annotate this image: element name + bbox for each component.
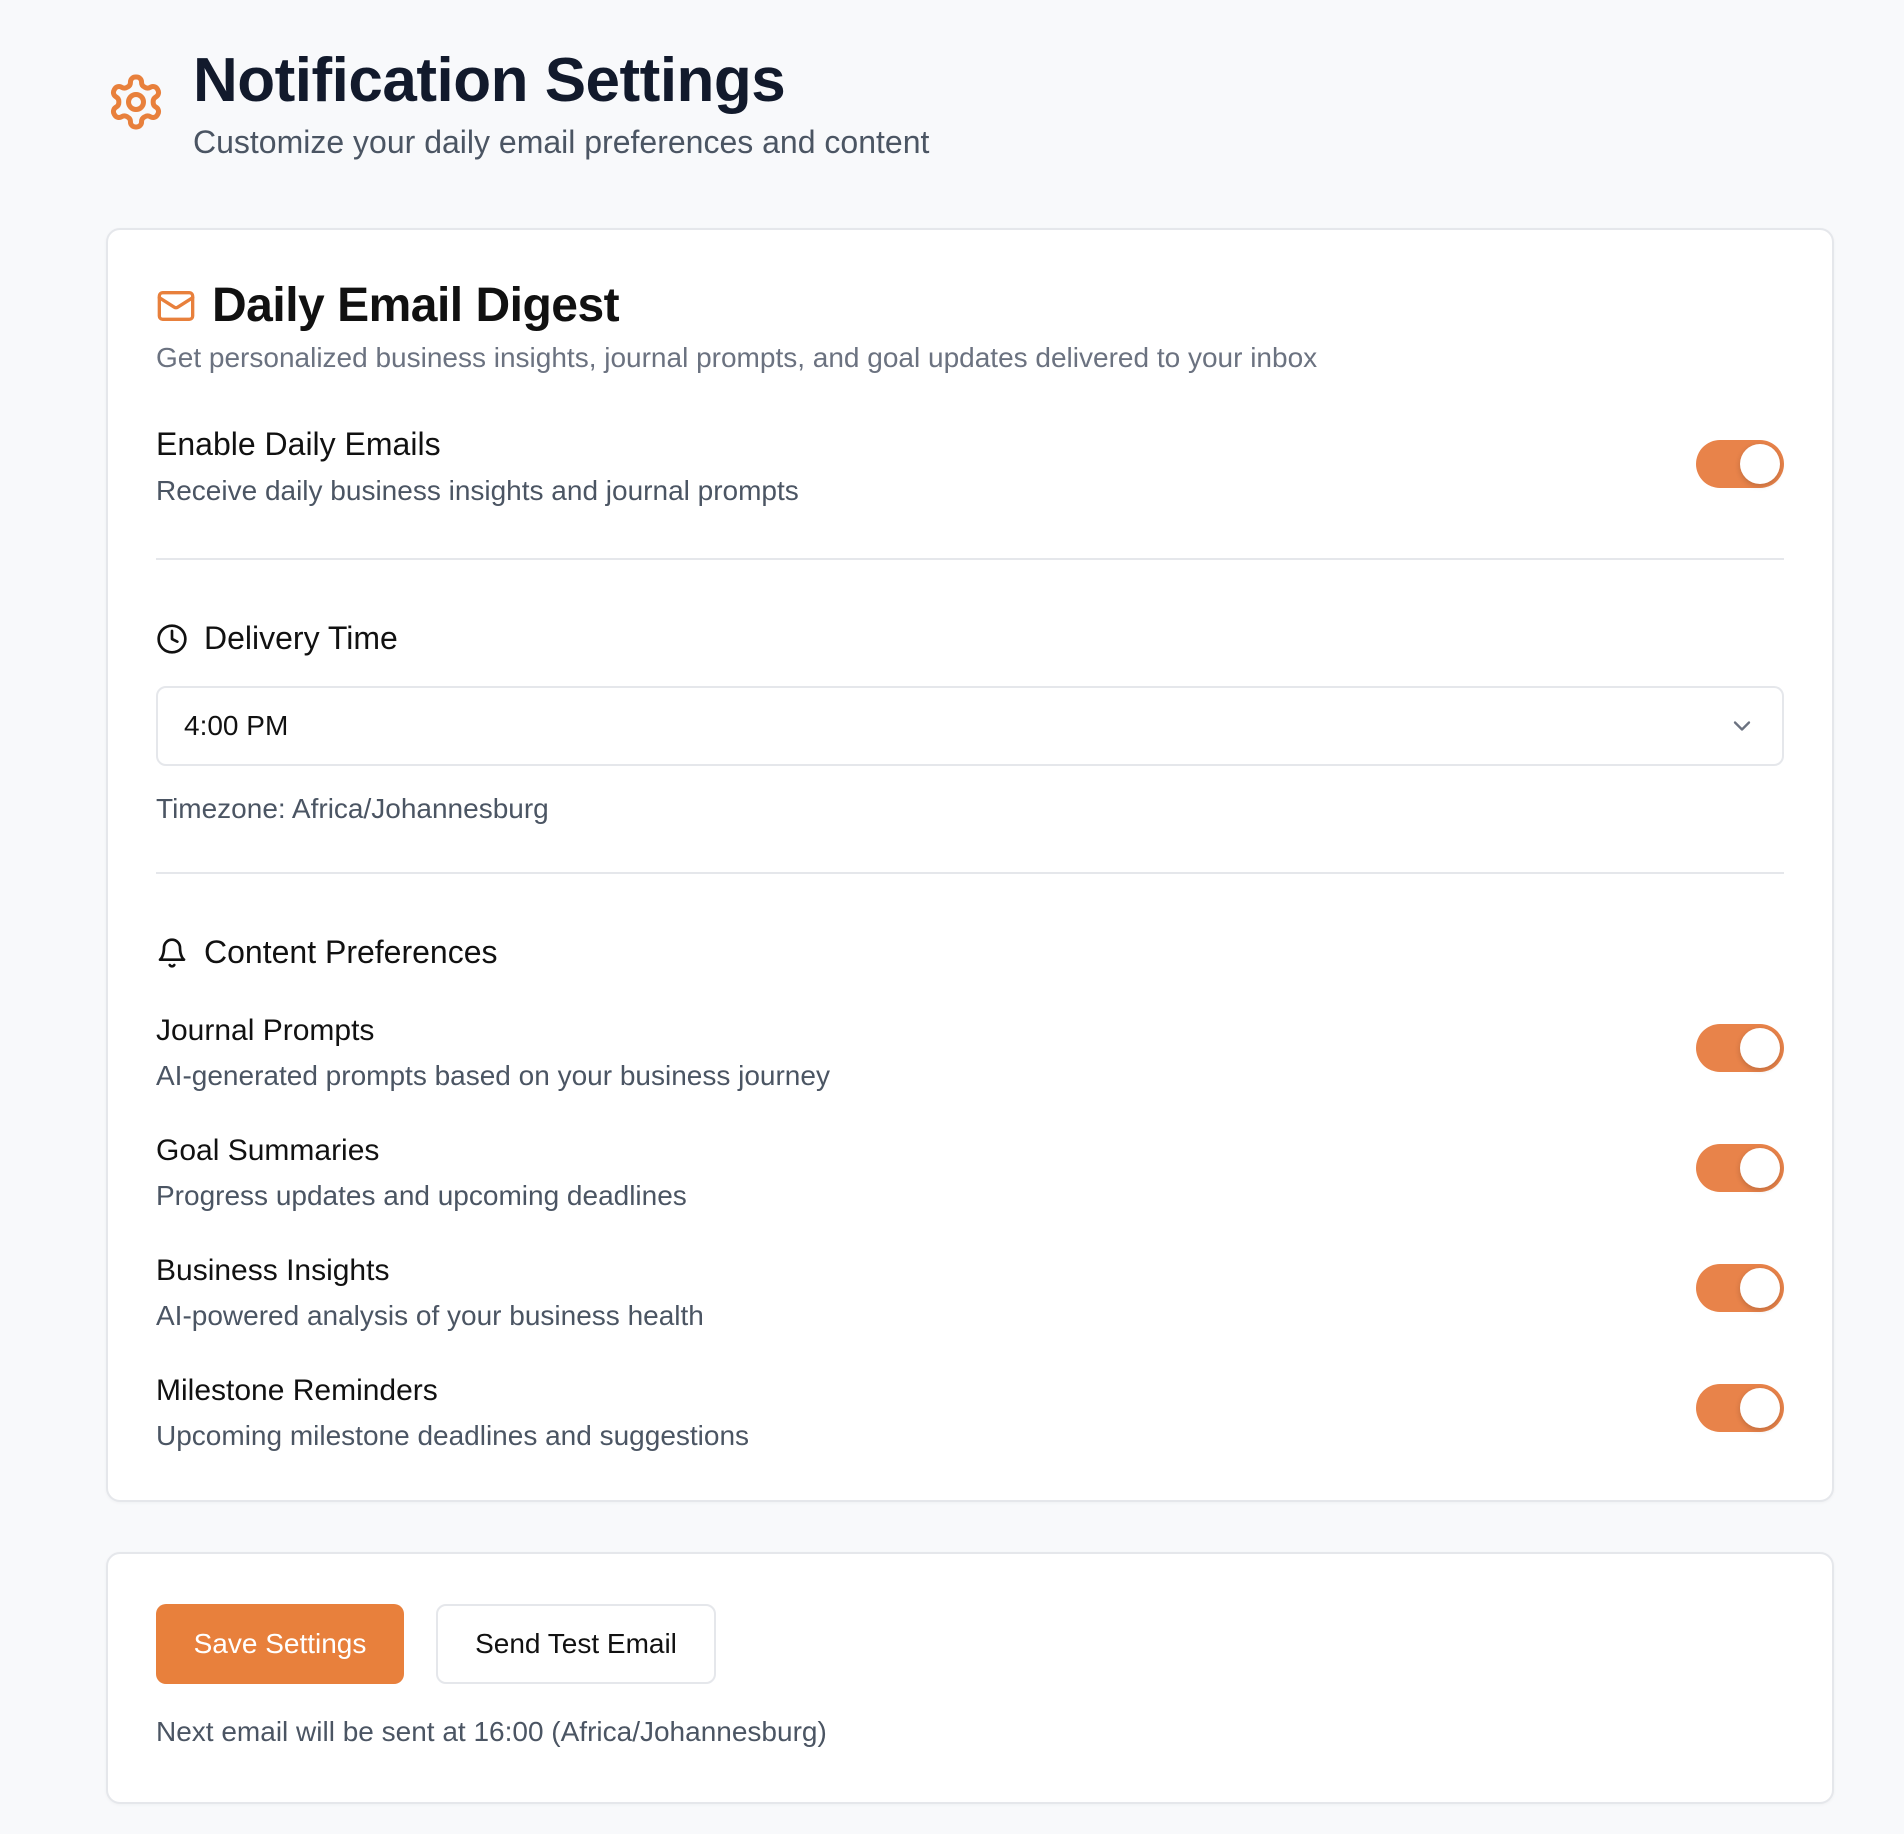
pref-label: Journal Prompts [156,1014,375,1047]
pref-description: Upcoming milestone deadlines and suggest… [156,1420,750,1451]
journal-prompts-toggle[interactable] [1696,1024,1784,1072]
toggle-knob [1740,1268,1780,1308]
delivery-time-select[interactable]: 4:00 PM [156,686,1784,766]
divider [156,872,1784,874]
actions-card: Save Settings Send Test Email Next email… [106,1552,1834,1804]
chevron-down-icon [1733,721,1751,731]
pref-goal-summaries-row: Goal Summaries Progress updates and upco… [156,1134,1784,1211]
mail-icon [157,290,195,321]
timezone-text: Timezone: Africa/Johannesburg [156,793,549,824]
pref-journal-prompts-row: Journal Prompts AI-generated prompts bas… [156,1014,1784,1091]
pref-description: AI-powered analysis of your business hea… [156,1300,704,1331]
pref-milestone-reminders-row: Milestone Reminders Upcoming milestone d… [156,1374,1784,1451]
content-preferences-heading: Content Preferences [156,934,498,971]
enable-daily-emails-row: Enable Daily Emails Receive daily busine… [156,426,1784,506]
notification-settings-page: Notification Settings Customize your dai… [0,0,1904,1834]
daily-email-digest-card: Daily Email Digest Get personalized busi… [106,228,1834,1502]
enable-daily-emails-description: Receive daily business insights and jour… [156,475,799,506]
next-email-text: Next email will be sent at 16:00 (Africa… [156,1716,827,1747]
send-test-email-button[interactable]: Send Test Email [436,1604,716,1684]
business-insights-toggle[interactable] [1696,1264,1784,1312]
goal-summaries-toggle[interactable] [1696,1144,1784,1192]
pref-description: AI-generated prompts based on your busin… [156,1060,830,1091]
page-subtitle: Customize your daily email preferences a… [193,124,930,160]
delivery-time-heading-text: Delivery Time [204,620,398,656]
pref-label: Business Insights [156,1254,390,1287]
delivery-time-value: 4:00 PM [184,710,289,741]
page-header: Notification Settings Customize your dai… [106,48,929,161]
digest-description: Get personalized business insights, jour… [156,342,1318,373]
divider [156,558,1784,560]
pref-description: Progress updates and upcoming deadlines [156,1180,687,1211]
toggle-knob [1740,1028,1780,1068]
bell-icon [158,937,186,968]
pref-label: Goal Summaries [156,1134,380,1167]
digest-title-text: Daily Email Digest [212,279,620,332]
pref-label: Milestone Reminders [156,1374,438,1407]
clock-icon [157,623,187,654]
page-title: Notification Settings [193,46,786,115]
milestone-reminders-toggle[interactable] [1696,1384,1784,1432]
toggle-knob [1740,1388,1780,1428]
enable-daily-emails-label: Enable Daily Emails [156,426,441,462]
gear-icon [110,74,162,130]
digest-title: Daily Email Digest [156,278,620,333]
content-preferences-heading-text: Content Preferences [204,934,498,970]
save-settings-button[interactable]: Save Settings [156,1604,404,1684]
header-text: Notification Settings Customize your dai… [193,48,929,161]
toggle-knob [1740,1148,1780,1188]
pref-business-insights-row: Business Insights AI-powered analysis of… [156,1254,1784,1331]
toggle-knob [1740,444,1780,484]
delivery-time-heading: Delivery Time [156,620,398,657]
enable-daily-emails-toggle[interactable] [1696,440,1784,488]
